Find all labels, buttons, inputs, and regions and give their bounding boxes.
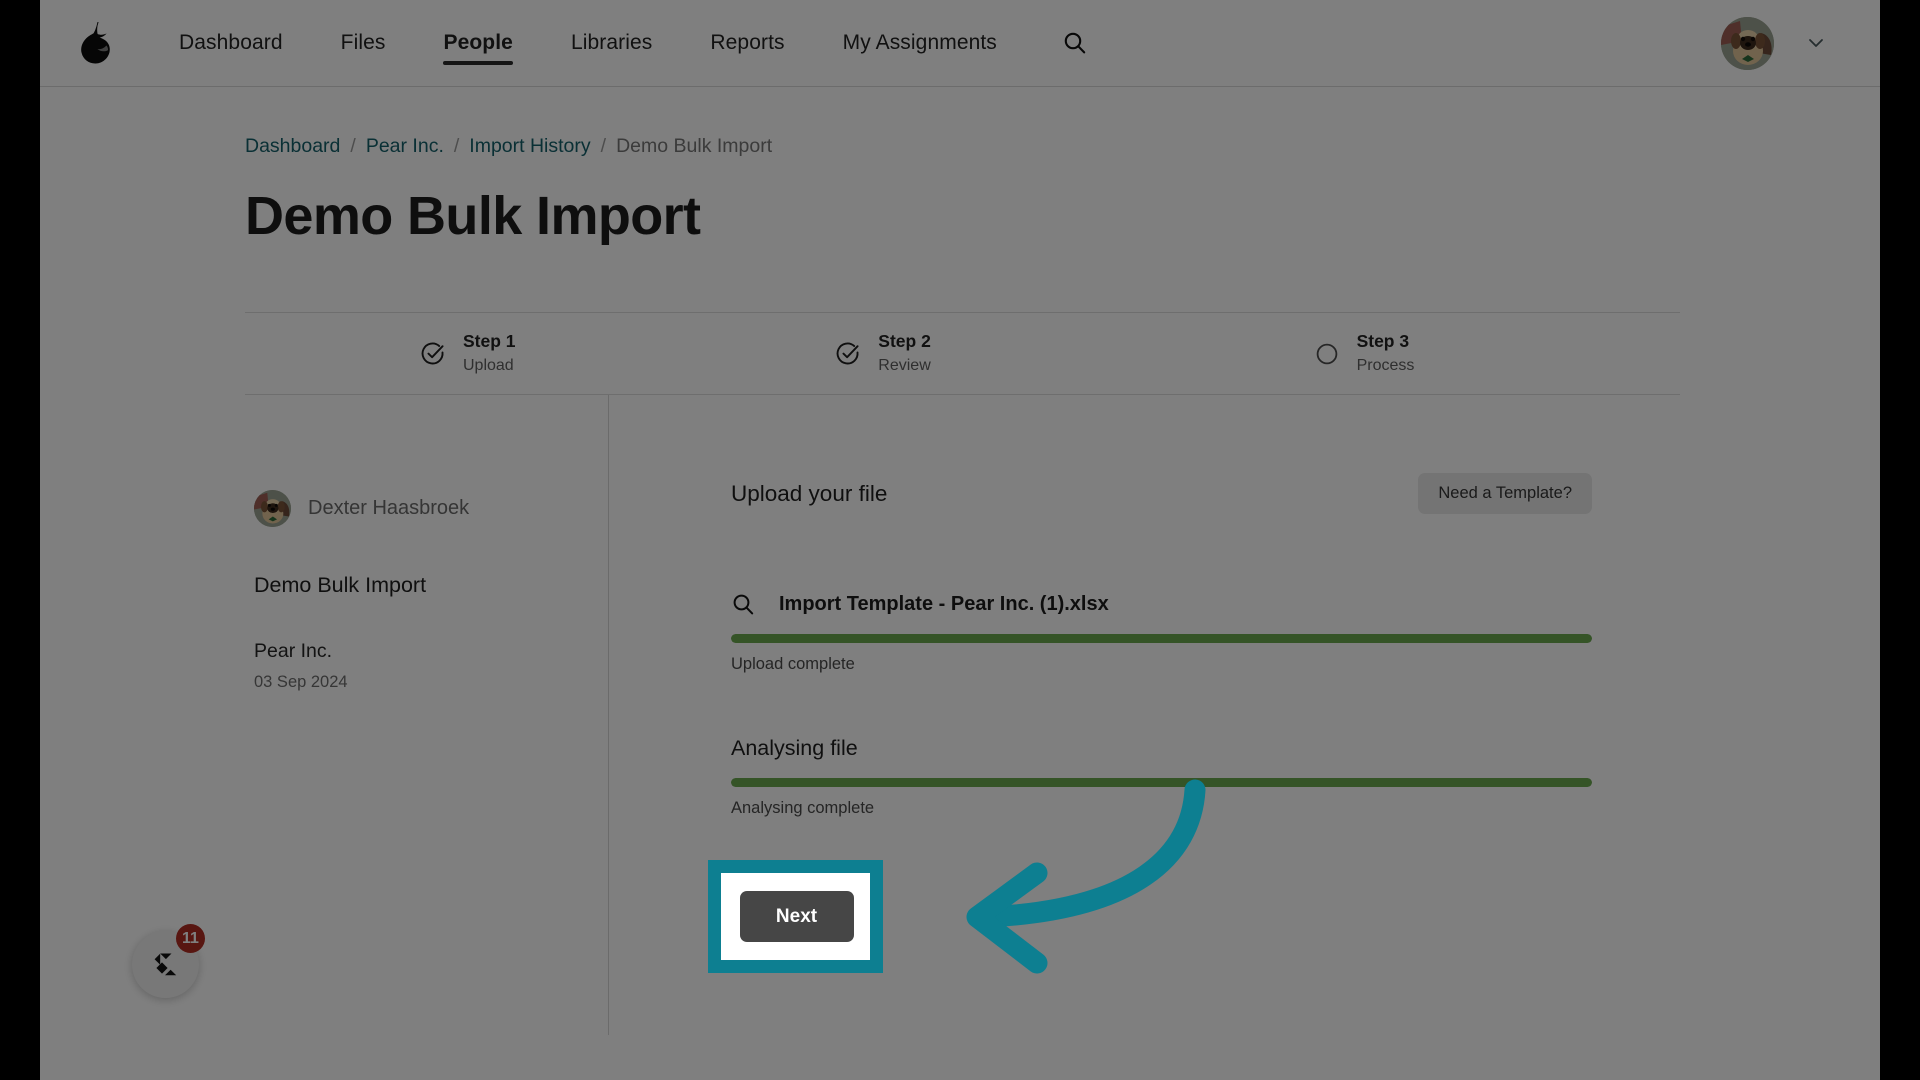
content-container: Dashboard / Pear Inc. / Import History /… [240,87,1680,1035]
chevron-down-icon[interactable] [1804,31,1828,55]
circle-icon [1314,341,1340,367]
search-icon[interactable] [1052,20,1098,66]
breadcrumb-separator: / [600,135,607,157]
uploaded-file-row: Import Template - Pear Inc. (1).xlsx [731,592,1592,617]
avatar [254,490,291,527]
stepper-step-label: Step 2 [878,330,931,351]
breadcrumb-separator: / [350,135,356,157]
stepper-step-sublabel: Process [1356,356,1415,374]
sidebar-import-title: Demo Bulk Import [254,573,427,597]
stepper-step-label: Step 3 [1356,330,1410,351]
screenshot-viewport: Dashboard Files People Libraries Reports… [0,0,1920,1080]
upload-progress-bar [731,634,1592,643]
breadcrumb-separator: / [453,135,460,157]
brand-logo[interactable] [40,21,150,65]
uploaded-file-name: Import Template - Pear Inc. (1).xlsx [779,593,1109,615]
nav-item-label: Reports [710,31,785,54]
app-page: Dashboard Files People Libraries Reports… [40,0,1880,1080]
nav-item-label: Libraries [570,31,653,54]
check-circle-icon [420,341,446,367]
stepper-step-3[interactable]: Step 3 Process [1202,331,1680,376]
nav-item-people[interactable]: People [414,0,541,87]
stepper-step-label: Step 1 [463,330,516,351]
stepper-step-1[interactable]: Step 1 Upload [245,331,723,376]
check-circle-icon [835,341,861,367]
nav-item-label: Dashboard [179,31,283,54]
nav-account-area [1721,16,1880,70]
stepper-step-sublabel: Upload [463,356,514,374]
import-body: Dexter Haasbroek Demo Bulk Import Pear I… [245,395,1680,1035]
nav-item-label: People [443,31,513,54]
need-template-button[interactable]: Need a Template? [1418,473,1592,514]
next-button-highlighted[interactable]: Next [739,891,854,942]
search-icon [731,592,756,617]
analyse-status-text: Analysing complete [731,799,875,817]
nav-item-dashboard[interactable]: Dashboard [150,0,312,87]
stepper-step-sublabel: Review [878,356,931,374]
pear-logo-icon [78,21,112,65]
nav-item-label: My Assignments [842,31,997,54]
sidebar-organisation: Pear Inc. [254,640,333,662]
import-sidebar: Dexter Haasbroek Demo Bulk Import Pear I… [245,395,609,1035]
uploaded-file-block: Import Template - Pear Inc. (1).xlsx Upl… [731,592,1592,674]
upload-progress-fill [731,634,1592,643]
stepper-step-2[interactable]: Step 2 Review [723,331,1201,376]
analyse-progress-bar [731,778,1592,787]
sidebar-user-name: Dexter Haasbroek [308,497,470,519]
breadcrumb-item-pear-inc[interactable]: Pear Inc. [366,135,444,158]
upload-heading: Upload your file [731,480,888,506]
next-button-area: Next [731,890,1680,941]
upload-header: Upload your file Need a Template? [731,473,1592,514]
breadcrumb: Dashboard / Pear Inc. / Import History /… [245,87,1680,158]
page-content: Dashboard / Pear Inc. / Import History /… [40,87,1880,1035]
chat-unread-badge: 11 [176,924,205,953]
analyse-progress-fill [731,778,1592,787]
breadcrumb-item-current: Demo Bulk Import [616,135,773,157]
nav-links: Dashboard Files People Libraries Reports… [150,0,1098,87]
nav-item-reports[interactable]: Reports [681,0,813,87]
breadcrumb-item-dashboard[interactable]: Dashboard [245,135,340,158]
page-title: Demo Bulk Import [245,186,701,246]
chat-widget[interactable]: 11 [132,924,205,998]
sidebar-user: Dexter Haasbroek [254,490,608,527]
nav-item-my-assignments[interactable]: My Assignments [814,0,1026,87]
top-navigation-bar: Dashboard Files People Libraries Reports… [40,0,1880,87]
sidebar-date: 03 Sep 2024 [254,673,348,691]
import-stepper: Step 1 Upload Step 2 Review Step 3 Proce… [245,312,1680,395]
nav-item-libraries[interactable]: Libraries [542,0,681,87]
breadcrumb-item-import-history[interactable]: Import History [469,135,590,158]
nav-item-label: Files [340,31,386,54]
analyse-heading: Analysing file [731,736,858,760]
analyse-file-block: Analysing file Analysing complete [731,736,1592,818]
upload-status-text: Upload complete [731,655,855,673]
avatar[interactable] [1721,16,1774,70]
nav-item-files[interactable]: Files [312,0,415,87]
